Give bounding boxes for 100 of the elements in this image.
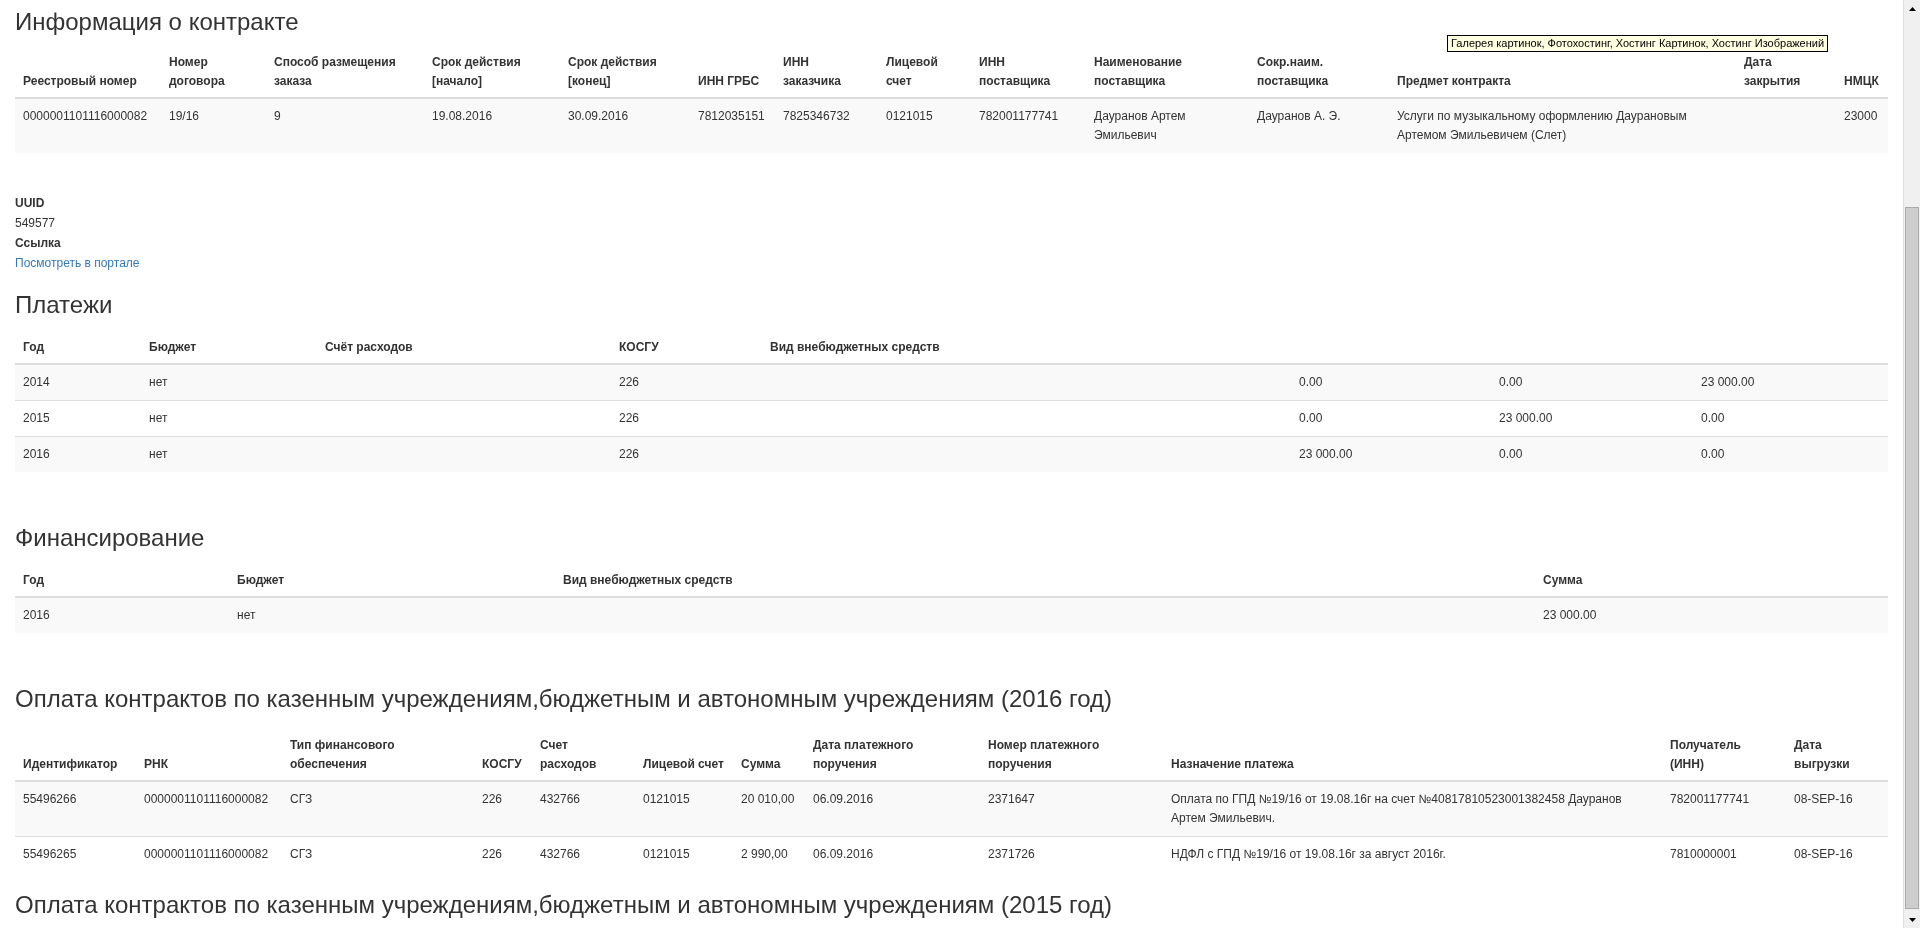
column-header: Год [23, 340, 44, 354]
section-title: Оплата контрактов по казенным учреждениям,бюджетным и автономным учреждениям (2015 год) [15, 890, 1113, 919]
column-header: ИНН поставщика [979, 55, 1051, 88]
portal-link[interactable]: Посмотреть в портале [15, 253, 140, 273]
table-cell: нет [237, 608, 256, 622]
table-cell: 226 [619, 375, 640, 389]
table-cell: 19/16 [169, 109, 200, 123]
table-cell: СГЗ [290, 847, 313, 861]
table-cell: нет [149, 447, 168, 461]
column-header: Наименование поставщика [1094, 55, 1183, 88]
column-header: НМЦК [1844, 74, 1879, 88]
table-cell: Услуги по музыкальному оформлению Даурановым Артемом Эмильевичем (Слет) [1397, 109, 1687, 142]
table-cell: 23 000.00 [1499, 411, 1553, 425]
column-header: Лицевой счет [643, 757, 724, 771]
table-cell: 08-SEP-16 [1794, 847, 1853, 861]
table-cell: 782001177741 [979, 109, 1059, 123]
column-header: Назначение платежа [1171, 757, 1294, 771]
column-header: КОСГУ [619, 340, 659, 354]
table-cell: 432766 [540, 792, 581, 806]
scroll-up-icon[interactable] [1908, 6, 1916, 11]
table-cell: 7812035151 [698, 109, 765, 123]
column-header: Тип финансового обеспечения [290, 738, 395, 771]
column-header: Предмет контракта [1397, 74, 1511, 88]
table-cell: 0.00 [1701, 411, 1725, 425]
table-cell: 9 [274, 109, 281, 123]
field-label: Ссылка [15, 235, 61, 252]
column-header: КОСГУ [482, 757, 522, 771]
column-header: Сокр.наим. поставщика [1257, 55, 1329, 88]
table-cell: 23 000.00 [1299, 447, 1353, 461]
table-cell: 0121015 [643, 847, 690, 861]
table-cell: Дауранов А. Э. [1257, 109, 1341, 123]
table-cell: 20 010,00 [741, 792, 795, 806]
table-cell: 2371647 [988, 792, 1035, 806]
scroll-down-icon[interactable] [1908, 917, 1916, 922]
column-header: Год [23, 573, 44, 587]
table-cell: 782001177741 [1670, 792, 1750, 806]
tooltip: Галерея картинок, Фотохостинг, Хостинг Картинок, Хостинг Изображений [1447, 35, 1829, 52]
column-header: Номер платежного поручения [988, 738, 1100, 771]
table-cell: СГЗ [290, 792, 313, 806]
scrollbar[interactable] [1903, 0, 1920, 928]
table-cell: 2371726 [988, 847, 1035, 861]
table-cell: 55496265 [23, 847, 77, 861]
table-cell: 23 000.00 [1543, 608, 1597, 622]
column-header: Счёт расходов [325, 340, 413, 354]
table-cell: 2015 [23, 411, 50, 425]
column-header: Дата закрытия [1744, 55, 1801, 88]
table-cell: 432766 [540, 847, 581, 861]
field-value: 549577 [15, 215, 56, 232]
section-title: Информация о контракте [15, 8, 299, 36]
table-cell: 0.00 [1701, 447, 1725, 461]
column-header: ИНН ГРБС [698, 74, 760, 88]
table-cell: 06.09.2016 [813, 792, 874, 806]
table-cell: 226 [482, 847, 503, 861]
table-cell: НДФЛ с ГПД №19/16 от 19.08.16г за август 2016г. [1171, 847, 1446, 861]
table-cell: 2014 [23, 375, 50, 389]
section-title: Оплата контрактов по казенным учреждениям,бюджетным и автономным учреждениям (2016 год) [15, 685, 1113, 713]
table-cell: 19.08.2016 [432, 109, 493, 123]
table-cell: 23000 [1844, 109, 1878, 123]
table-cell: 7810000001 [1670, 847, 1737, 861]
table-cell: 08-SEP-16 [1794, 792, 1853, 806]
table-cell: нет [149, 411, 168, 425]
table-cell: 2016 [23, 447, 50, 461]
column-header: РНК [144, 757, 168, 771]
scrollbar-thumb[interactable] [1905, 207, 1919, 909]
column-header: Вид внебюджетных средств [563, 573, 733, 587]
table-cell: 226 [619, 447, 640, 461]
column-header: Идентификатор [23, 757, 118, 771]
table-cell: 0.00 [1299, 375, 1323, 389]
table-cell: 2 990,00 [741, 847, 788, 861]
table-cell: 0121015 [886, 109, 933, 123]
column-header: Способ размещения заказа [274, 55, 396, 88]
column-header: Вид внебюджетных средств [770, 340, 940, 354]
column-header: Срок действия [конец] [568, 55, 657, 88]
column-header: ИНН заказчика [783, 55, 841, 88]
table-cell: 226 [482, 792, 503, 806]
column-header: Сумма [741, 757, 781, 771]
table-cell: 226 [619, 411, 640, 425]
table-cell: 0000001101116000082 [144, 792, 269, 806]
section-title: Финансирование [15, 524, 205, 552]
column-header: Дата платежного поручения [813, 738, 914, 771]
table-cell: 0.00 [1499, 447, 1523, 461]
table-cell: 2016 [23, 608, 50, 622]
table-cell: 55496266 [23, 792, 77, 806]
table-cell: 0.00 [1299, 411, 1323, 425]
table-cell: 30.09.2016 [568, 109, 629, 123]
column-header: Реестровый номер [23, 74, 137, 88]
column-header: Получатель (ИНН) [1670, 738, 1741, 771]
table-cell: 0000001101116000082 [23, 109, 148, 123]
table-cell: Дауранов Артем Эмильевич [1094, 109, 1186, 142]
table-cell: 0121015 [643, 792, 690, 806]
column-header: Бюджет [149, 340, 197, 354]
column-header: Счет расходов [540, 738, 597, 771]
table-cell: 06.09.2016 [813, 847, 874, 861]
table-cell: 23 000.00 [1701, 375, 1755, 389]
column-header: Сумма [1543, 573, 1583, 587]
table-cell: 0.00 [1499, 375, 1523, 389]
table-cell: Оплата по ГПД №19/16 от 19.08.16г на счет №40817810523001382458 Дауранов Артем Эмильевич. [1171, 792, 1622, 825]
field-label: UUID [15, 195, 45, 212]
table-cell: 7825346732 [783, 109, 850, 123]
column-header: Срок действия [начало] [432, 55, 521, 88]
